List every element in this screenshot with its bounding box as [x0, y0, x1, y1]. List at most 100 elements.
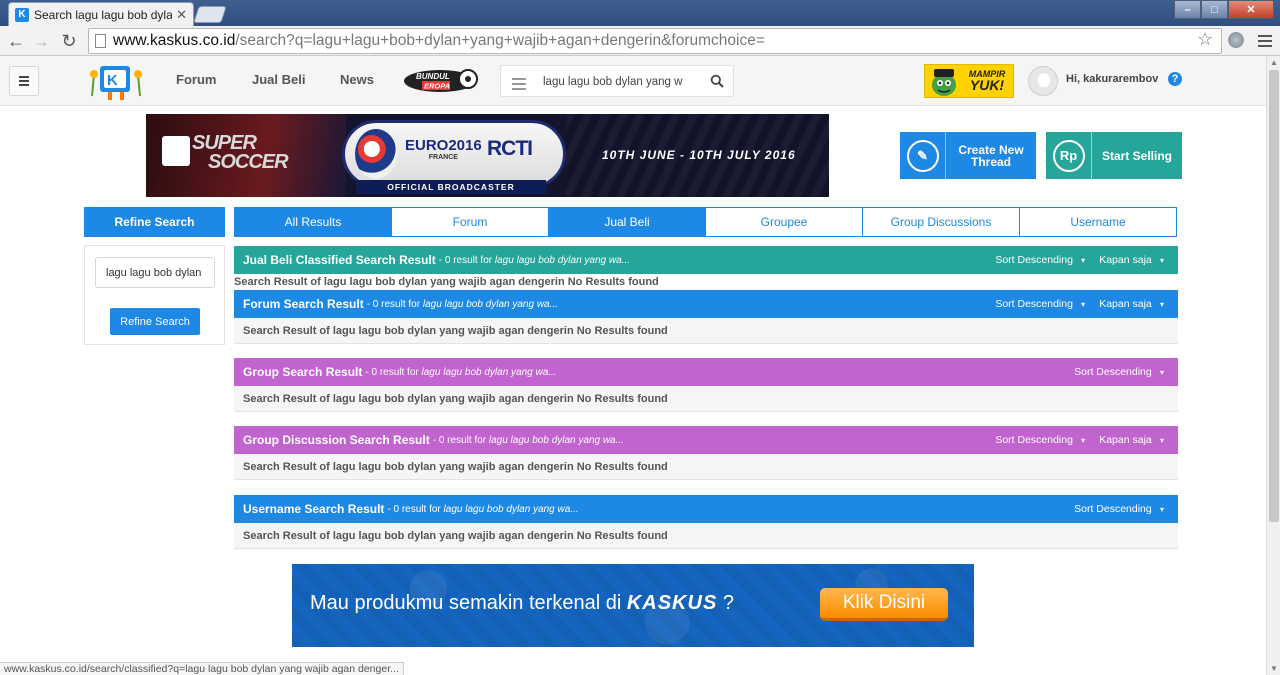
user-greeting[interactable]: Hi, kakurarembov: [1066, 73, 1158, 85]
sort-dropdown[interactable]: Sort Descending: [1074, 366, 1164, 378]
maximize-button[interactable]: □: [1201, 0, 1228, 19]
url-path: /search?q=lagu+lagu+bob+dylan+yang+wajib…: [235, 32, 765, 49]
sort-dropdown[interactable]: Sort Descending: [1074, 503, 1164, 515]
result-query: lagu lagu bob dylan yang wa...: [494, 254, 630, 266]
search-icon[interactable]: [710, 74, 724, 88]
banner-event-text: EURO2016: [405, 137, 482, 154]
promo-brand: KASKUS: [626, 592, 718, 614]
nav-forum[interactable]: Forum: [176, 72, 216, 87]
extension-icon[interactable]: [1228, 32, 1244, 48]
browser-tabstrip: K Search lagu lagu bob dylan ✕ – □ ✕: [0, 0, 1280, 26]
banner-dates: 10TH JUNE - 10TH JULY 2016: [602, 148, 796, 162]
time-dropdown[interactable]: Kapan saja: [1099, 434, 1164, 446]
section-message: Search Result of lagu lagu bob dylan yan…: [234, 274, 1178, 290]
section-meta: - 0 result for lagu lagu bob dylan yang …: [387, 504, 578, 515]
banner-broadcaster: RCTI: [487, 137, 533, 160]
kaskus-ad-banner[interactable]: Mau produkmu semakin terkenal di KASKUS …: [292, 564, 974, 647]
sort-dropdown[interactable]: Sort Descending: [995, 434, 1085, 446]
browser-tab[interactable]: K Search lagu lagu bob dylan ✕: [8, 2, 194, 26]
start-selling-label: Start Selling: [1101, 148, 1172, 163]
mascot-icon: [932, 69, 956, 96]
search-input[interactable]: [543, 73, 693, 91]
new-tab-button[interactable]: [193, 6, 227, 23]
time-dropdown[interactable]: Kapan saja: [1099, 298, 1164, 310]
minimize-button[interactable]: –: [1174, 0, 1201, 19]
search-category-menu-icon[interactable]: [512, 75, 526, 93]
refine-search-button[interactable]: Refine Search: [110, 308, 200, 335]
refine-search-title: Refine Search: [84, 207, 225, 237]
result-count: - 0 result for: [432, 434, 489, 446]
mampir-label-bottom: YUK!: [969, 77, 1005, 93]
section-meta: - 0 result for lagu lagu bob dylan yang …: [365, 367, 556, 378]
reload-icon[interactable]: ↻: [58, 29, 80, 53]
back-arrow-icon[interactable]: ←: [5, 29, 27, 53]
section-message: Search Result of lagu lagu bob dylan yan…: [234, 454, 1178, 480]
pencil-icon: ✎: [906, 139, 939, 172]
scroll-down-icon[interactable]: ▼: [1270, 664, 1278, 673]
browser-menu-icon[interactable]: [1258, 32, 1272, 50]
svg-text:K: K: [107, 72, 118, 89]
create-thread-label: Create New Thread: [946, 144, 1036, 168]
sort-dropdown[interactable]: Sort Descending: [995, 254, 1085, 266]
create-new-thread-button[interactable]: ✎ Create New Thread: [900, 132, 1036, 179]
page-content: K Forum Jual Beli News BUNDUL EROPA lagu…: [0, 56, 1266, 675]
svg-text:BUNDUL: BUNDUL: [416, 72, 450, 81]
tab-jual-beli[interactable]: Jual Beli: [549, 208, 706, 236]
sort-dropdown[interactable]: Sort Descending: [995, 298, 1085, 310]
klik-disini-button[interactable]: Klik Disini: [820, 588, 948, 621]
jual-beli-results-section: Jual Beli Classified Search Result - 0 r…: [234, 246, 1178, 290]
result-count: - 0 result for: [387, 503, 444, 515]
promo-line: Mau produkmu semakin terkenal di: [310, 592, 627, 614]
section-title: Group Discussion Search Result: [243, 433, 430, 447]
nav-jual-beli[interactable]: Jual Beli: [252, 72, 305, 87]
tab-group-discussions[interactable]: Group Discussions: [863, 208, 1020, 236]
page-scrollbar[interactable]: ▲ ▼: [1266, 56, 1280, 675]
section-title: Group Search Result: [243, 365, 363, 379]
tab-all-results[interactable]: All Results: [235, 208, 392, 236]
result-query: lagu lagu bob dylan yang wa...: [488, 434, 624, 446]
banner-event: EURO2016 FRANCE: [405, 137, 482, 161]
window-controls: – □ ✕: [1174, 0, 1274, 19]
hamburger-menu-icon[interactable]: [9, 66, 39, 96]
banner-official: OFFICIAL BROADCASTER: [356, 180, 546, 194]
svg-text:EROPA: EROPA: [424, 82, 450, 91]
start-selling-button[interactable]: Rp Start Selling: [1046, 132, 1182, 179]
mampir-yuk-banner[interactable]: MAMPIR YUK!: [924, 64, 1014, 98]
refine-search-input[interactable]: [95, 257, 215, 288]
status-bar-url: www.kaskus.co.id/search/classified?q=lag…: [0, 662, 404, 675]
tab-forum[interactable]: Forum: [392, 208, 549, 236]
section-meta: - 0 result for lagu lagu bob dylan yang …: [433, 435, 624, 446]
scrollbar-thumb[interactable]: [1269, 70, 1279, 522]
address-bar[interactable]: www.kaskus.co.id/search?q=lagu+lagu+bob+…: [88, 28, 1222, 54]
scroll-up-icon[interactable]: ▲: [1270, 58, 1278, 67]
tab-groupee[interactable]: Groupee: [706, 208, 863, 236]
section-meta: - 0 result for lagu lagu bob dylan yang …: [439, 255, 630, 266]
browser-toolbar: ← → ↻ www.kaskus.co.id/search?q=lagu+lag…: [0, 26, 1280, 56]
section-header: Username Search Result - 0 result for la…: [234, 495, 1178, 523]
page-icon: [95, 34, 106, 48]
result-filter-tabs: All Results Forum Jual Beli Groupee Grou…: [234, 207, 1177, 237]
banner-country: FRANCE: [428, 154, 458, 161]
result-query: lagu lagu bob dylan yang wa...: [422, 298, 558, 310]
promo-question: ?: [717, 592, 734, 614]
avatar[interactable]: [1028, 66, 1058, 96]
promo-text: Mau produkmu semakin terkenal di KASKUS …: [310, 592, 734, 615]
site-header: K Forum Jual Beli News BUNDUL EROPA lagu…: [0, 56, 1266, 106]
section-sort-controls: Sort Descending Kapan saja: [995, 254, 1178, 266]
section-header: Group Search Result - 0 result for lagu …: [234, 358, 1178, 386]
forward-arrow-icon[interactable]: →: [30, 29, 52, 53]
tab-username[interactable]: Username: [1020, 208, 1176, 236]
section-message: Search Result of lagu lagu bob dylan yan…: [234, 318, 1178, 344]
help-icon[interactable]: ?: [1168, 72, 1182, 86]
euro2016-banner-ad[interactable]: SUPER SOCCER EURO2016 FRANCE RCTI OFFICIAL…: [146, 114, 829, 197]
section-title: Jual Beli Classified Search Result: [243, 253, 436, 267]
close-tab-icon[interactable]: ✕: [176, 7, 187, 23]
section-header: Forum Search Result - 0 result for lagu …: [234, 290, 1178, 318]
time-dropdown[interactable]: Kapan saja: [1099, 254, 1164, 266]
bookmark-star-icon[interactable]: ☆: [1197, 29, 1213, 50]
kaskus-logo-icon[interactable]: K: [88, 62, 146, 102]
forum-results-section: Forum Search Result - 0 result for lagu …: [234, 290, 1178, 344]
close-window-button[interactable]: ✕: [1228, 0, 1274, 19]
bundul-eropa-logo-icon[interactable]: BUNDUL EROPA: [402, 66, 478, 96]
nav-news[interactable]: News: [340, 72, 374, 87]
